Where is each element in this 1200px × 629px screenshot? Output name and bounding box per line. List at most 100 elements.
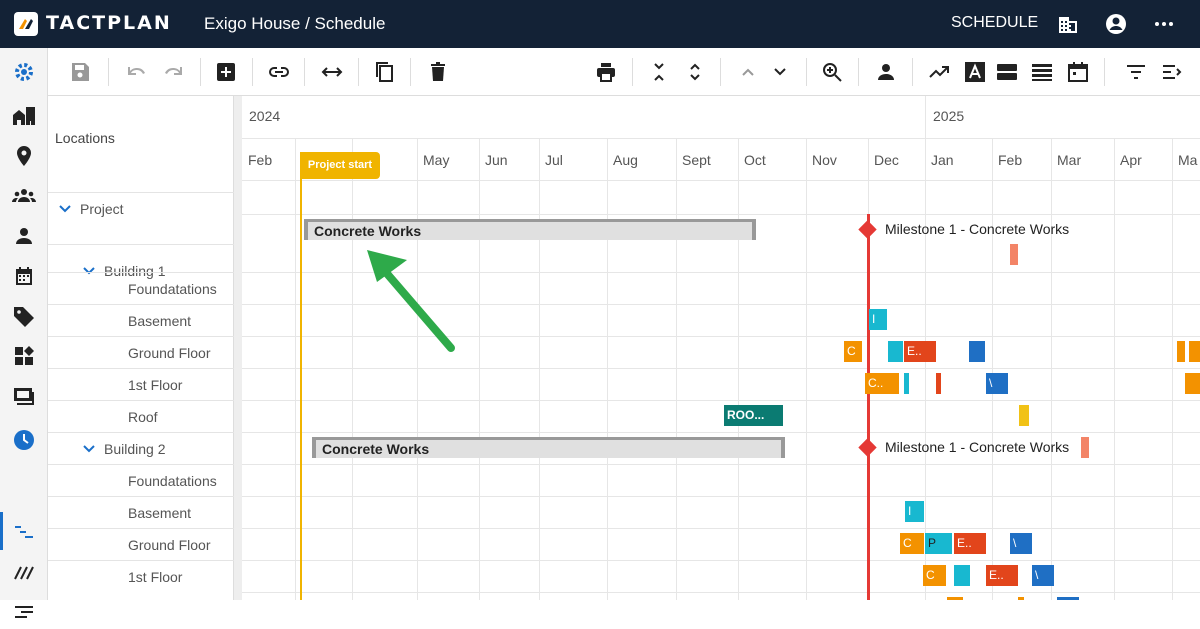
date-icon[interactable] [1066, 60, 1090, 84]
month-label: Feb [248, 152, 273, 168]
tree-row[interactable]: Roof [48, 400, 234, 432]
text-icon[interactable] [963, 60, 987, 84]
collapse-icon[interactable] [647, 60, 671, 84]
user-filter-icon[interactable] [874, 60, 898, 84]
task-bar[interactable]: C [900, 533, 924, 554]
month-label: Jun [485, 152, 508, 168]
task-bar[interactable] [1189, 341, 1200, 362]
resize-icon[interactable] [320, 60, 344, 84]
task-bar[interactable]: E.. [954, 533, 986, 554]
tree-row[interactable]: Ground Floor [48, 336, 234, 368]
task-bar[interactable]: C [923, 565, 946, 586]
tree-row-label: Ground Floor [128, 344, 211, 361]
settings-icon[interactable] [12, 60, 36, 84]
month-label: Apr [1120, 152, 1142, 168]
task-bar[interactable]: \ [1010, 533, 1032, 554]
tree-row-label: Basement [128, 504, 192, 521]
link-icon[interactable] [267, 60, 291, 84]
mode-label[interactable]: SCHEDULE [951, 14, 1038, 32]
today-line [867, 214, 870, 600]
clock-icon[interactable] [12, 428, 36, 452]
save-icon[interactable] [68, 60, 92, 84]
task-bar[interactable]: \ [986, 373, 1008, 394]
bar-view-icon[interactable] [995, 60, 1019, 84]
top-bar: TACTPLAN Exigo House / Schedule SCHEDULE [0, 0, 1200, 48]
panel-splitter[interactable] [234, 96, 242, 600]
milestone-diamond[interactable] [858, 220, 877, 239]
location-icon[interactable] [12, 144, 36, 168]
trend-icon[interactable] [927, 60, 951, 84]
buildings-icon[interactable] [12, 104, 36, 128]
tree-row[interactable]: Foundatations [48, 272, 234, 304]
task-bar[interactable] [1019, 405, 1029, 426]
task-bar[interactable] [1081, 437, 1089, 458]
tree-row-label: Ground Floor [128, 536, 211, 553]
task-bar[interactable]: E.. [986, 565, 1018, 586]
tree-row[interactable]: 1st Floor [48, 560, 234, 592]
chevron-down-icon[interactable] [82, 444, 96, 454]
sort-icon[interactable] [1160, 60, 1184, 84]
team-icon[interactable] [12, 184, 36, 208]
tree-row-label: Project [80, 200, 124, 217]
tree-row[interactable]: Project [48, 192, 234, 224]
schedule-icon[interactable] [12, 520, 36, 544]
calendar-icon[interactable] [12, 264, 36, 288]
task-bar[interactable]: P [925, 533, 952, 554]
task-bar[interactable]: \ [1032, 565, 1054, 586]
task-bar[interactable]: C.. [865, 373, 899, 394]
task-bar[interactable] [1010, 244, 1018, 265]
account-icon[interactable] [1104, 12, 1128, 36]
tree-row[interactable]: Building 2 [48, 432, 234, 464]
month-label: Aug [613, 152, 638, 168]
slash-icon[interactable] [12, 560, 36, 584]
month-label: Ma [1178, 152, 1198, 168]
filter-icon[interactable] [1124, 60, 1148, 84]
tree-row[interactable]: Foundatations [48, 464, 234, 496]
month-label: Jul [545, 152, 563, 168]
person-icon[interactable] [12, 224, 36, 248]
presentation-icon[interactable] [12, 384, 36, 408]
building-icon[interactable] [1056, 12, 1080, 36]
task-bar[interactable]: I [869, 309, 887, 330]
rows-icon[interactable] [1030, 60, 1054, 84]
task-bar[interactable] [904, 373, 909, 394]
copy-icon[interactable] [372, 60, 396, 84]
widgets-icon[interactable] [12, 344, 36, 368]
print-icon[interactable] [594, 60, 618, 84]
month-label: Dec [874, 152, 899, 168]
zoom-icon[interactable] [820, 60, 844, 84]
task-bar[interactable] [1177, 341, 1185, 362]
tree-row[interactable]: Basement [48, 496, 234, 528]
lines-icon[interactable] [12, 600, 36, 624]
chevron-down-icon[interactable] [58, 204, 72, 214]
redo-icon[interactable] [161, 60, 185, 84]
task-bar[interactable]: C [844, 341, 862, 362]
breadcrumb[interactable]: Exigo House / Schedule [204, 14, 385, 34]
chevron-down-icon[interactable] [768, 60, 792, 84]
app-logo-text: TACTPLAN [46, 12, 172, 34]
milestone-diamond[interactable] [858, 438, 877, 457]
delete-icon[interactable] [426, 60, 450, 84]
location-tree: Locations Project Building 1 Foundatations… [48, 96, 234, 600]
task-bar[interactable] [969, 341, 985, 362]
tree-row[interactable]: Ground Floor [48, 528, 234, 560]
sidebar [0, 48, 48, 618]
task-bar[interactable] [954, 565, 970, 586]
tree-row-label: Foundatations [128, 472, 217, 489]
task-bar[interactable] [1185, 373, 1200, 394]
summary-bar[interactable]: Concrete Works [312, 437, 785, 458]
task-bar[interactable]: ROO... [724, 405, 783, 426]
tag-icon[interactable] [12, 304, 36, 328]
task-bar[interactable]: I [905, 501, 924, 522]
tree-row[interactable]: Basement [48, 304, 234, 336]
expand-icon[interactable] [683, 60, 707, 84]
project-start-marker[interactable]: Project start [300, 152, 380, 179]
more-icon[interactable] [1152, 12, 1176, 36]
chevron-up-icon[interactable] [736, 60, 760, 84]
add-icon[interactable] [214, 60, 238, 84]
tree-row[interactable]: 1st Floor [48, 368, 234, 400]
task-bar[interactable] [936, 373, 941, 394]
task-bar[interactable] [888, 341, 903, 362]
undo-icon[interactable] [125, 60, 149, 84]
task-bar[interactable]: E.. [904, 341, 936, 362]
